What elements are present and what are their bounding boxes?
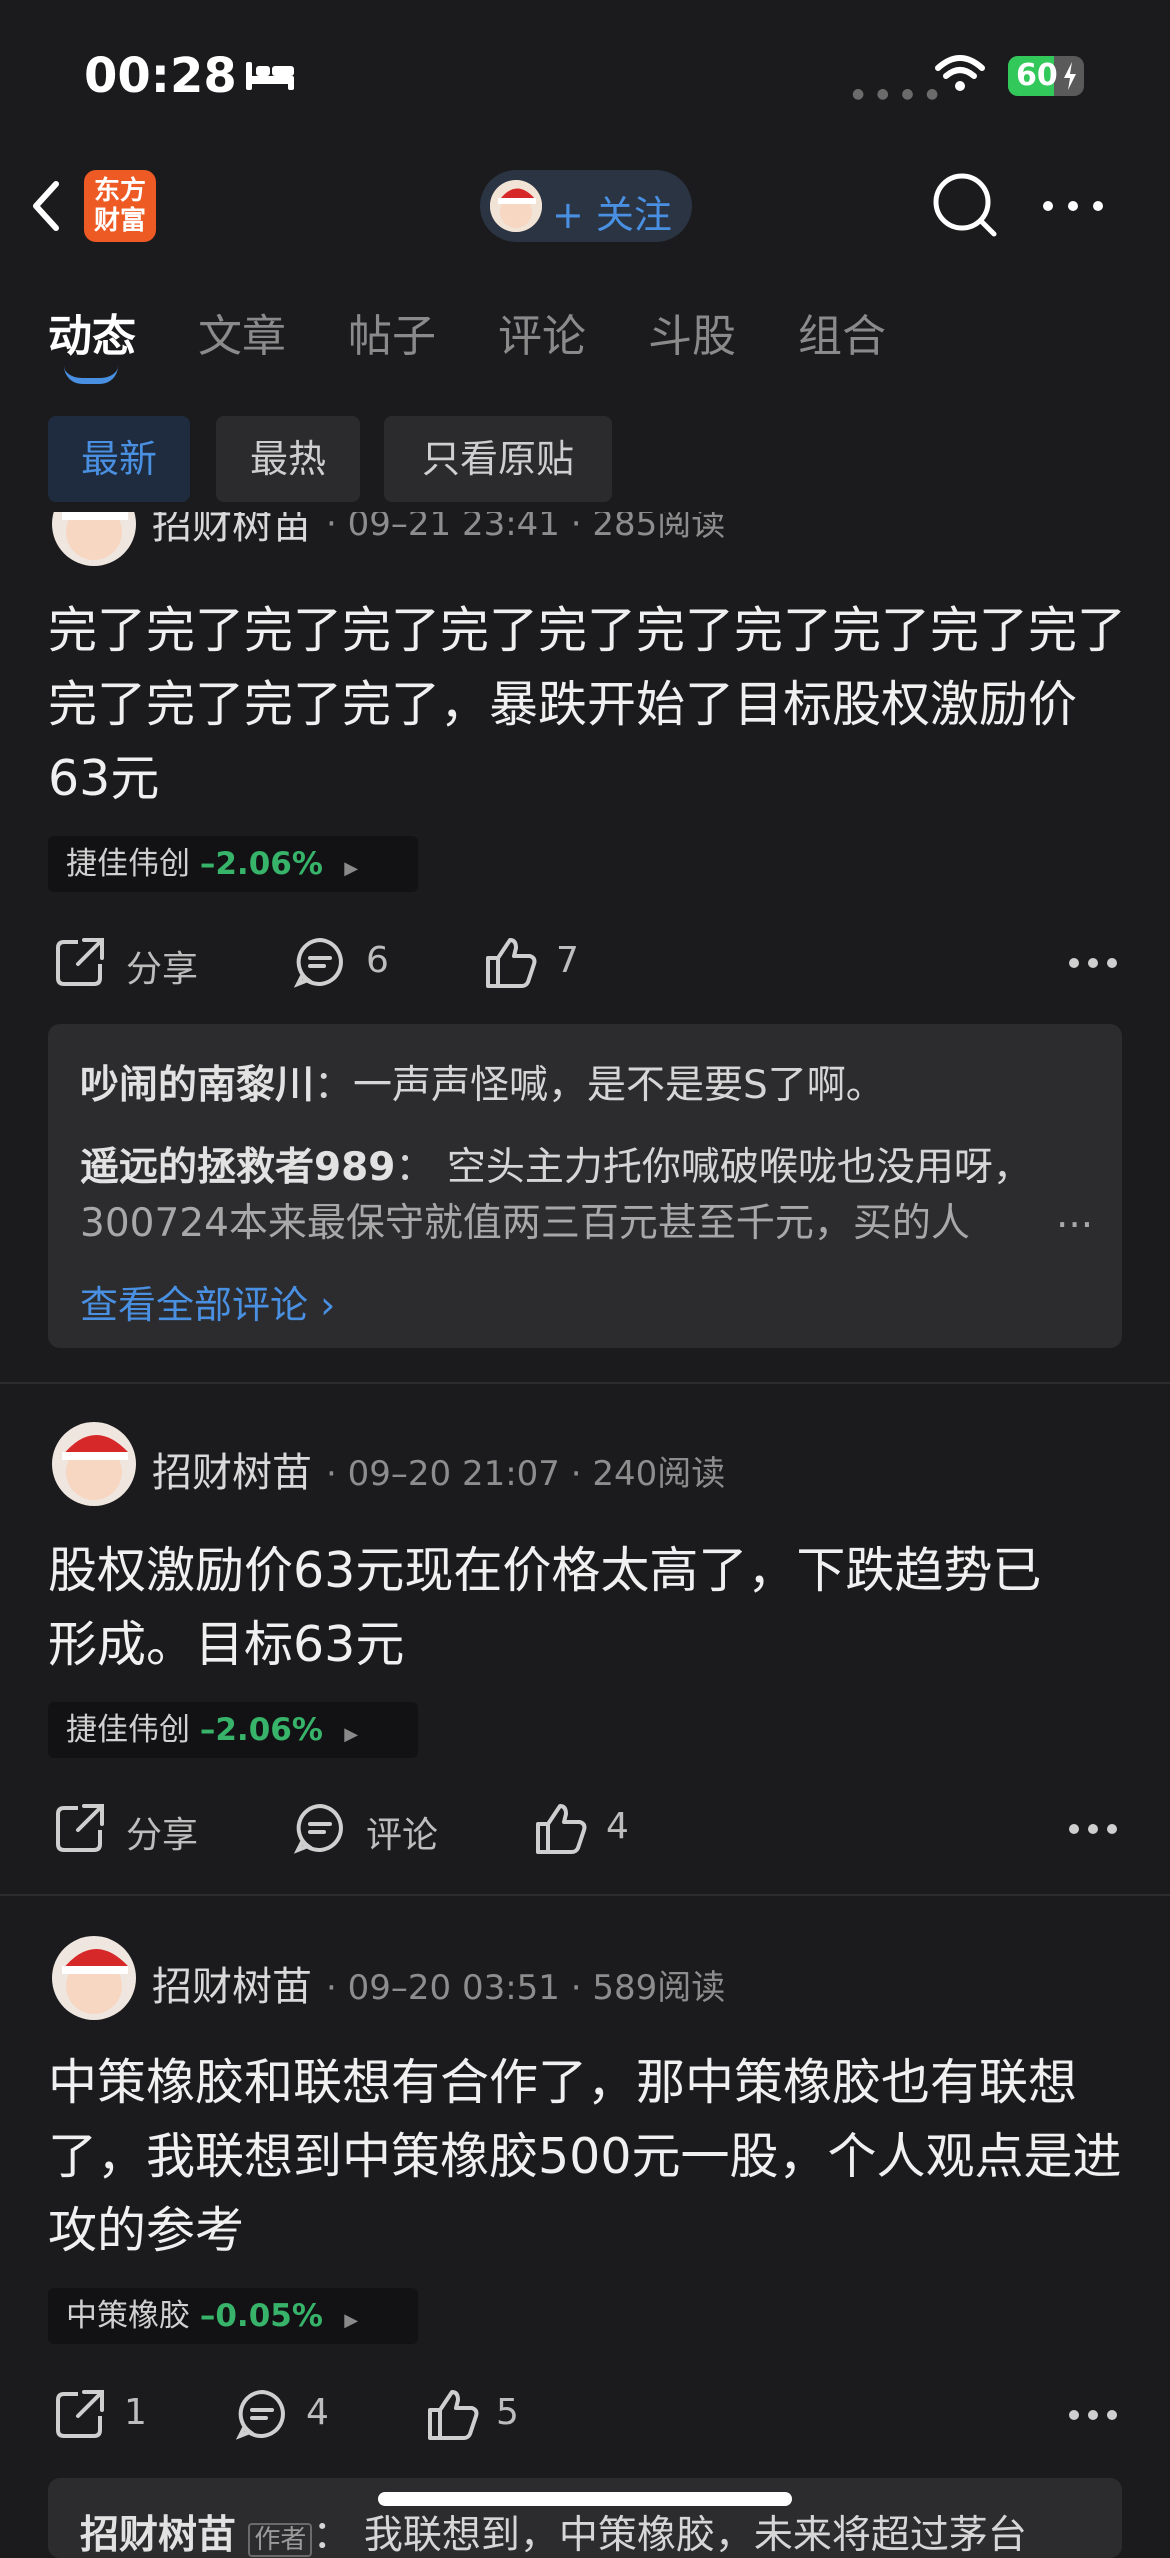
tab-posts[interactable]: 帖子 (348, 300, 436, 364)
play-arrow-icon: ▶ (332, 858, 359, 879)
stock-change: –2.06% (199, 846, 323, 882)
post-content[interactable]: 股权激励价63元现在价格太高了，下跌趋势已形成。目标63元 (48, 1534, 1088, 1682)
baby-santa-avatar-icon (490, 180, 542, 232)
author-name[interactable]: 招财树苗 (152, 512, 312, 550)
comment-line[interactable]: 遥远的拯救者989： 空头主力托你喊破喉咙也没用呀， (80, 1136, 1032, 1192)
follow-label: + 关注 (552, 193, 672, 237)
active-tab-indicator (64, 366, 118, 384)
stock-tag[interactable]: 捷佳伟创 –2.06% ▶ (48, 1702, 418, 1758)
view-all-comments-link[interactable]: 查看全部评论 › (80, 1274, 335, 1329)
author-avatar[interactable] (52, 512, 136, 566)
cellular-signal-icon: ● ● ● ● (852, 86, 943, 102)
filter-original-only[interactable]: 只看原贴 (384, 416, 612, 502)
post-more-icon[interactable] (1068, 2408, 1118, 2422)
comment-text: ：一声声怪喊，是不是要S了啊。 (314, 1063, 885, 1108)
wifi-icon (935, 55, 985, 91)
share-label[interactable]: 分享 (126, 940, 198, 992)
sleep-focus-icon (246, 62, 294, 90)
app-logo[interactable]: 东方 财富 (84, 170, 156, 242)
baby-santa-avatar-icon (62, 1948, 128, 2014)
battery-indicator: 60 (1008, 56, 1084, 96)
charging-bolt-icon (1064, 62, 1076, 90)
post-meta: · 09–21 23:41 · 285阅读 (326, 512, 726, 544)
stock-tag[interactable]: 捷佳伟创 –2.06% ▶ (48, 836, 418, 892)
comment-line[interactable]: 招财树苗 作者： 我联想到，中策橡胶，未来将超过茅台 (80, 2504, 1027, 2558)
back-chevron-icon[interactable] (26, 176, 66, 236)
post-divider (0, 1382, 1170, 1384)
like-icon[interactable] (482, 934, 538, 990)
stock-name: 捷佳伟创 (66, 846, 190, 882)
comment-count[interactable]: 4 (306, 2392, 329, 2433)
like-icon[interactable] (532, 1800, 588, 1856)
logo-line-1: 东方 (93, 176, 146, 206)
play-arrow-icon: ▶ (332, 1724, 359, 1745)
tab-dynamics[interactable]: 动态 (48, 300, 136, 364)
author-avatar[interactable] (52, 1936, 136, 2020)
tab-comments[interactable]: 评论 (498, 300, 586, 364)
comment-icon[interactable] (292, 934, 348, 990)
comment-ellipsis: ... (1056, 1192, 1094, 1237)
play-arrow-icon: ▶ (332, 2310, 359, 2331)
comment-count[interactable]: 6 (366, 940, 389, 981)
share-label[interactable]: 分享 (126, 1806, 198, 1858)
search-icon[interactable] (930, 170, 1000, 240)
share-count[interactable]: 1 (124, 2392, 147, 2433)
share-icon[interactable] (52, 1800, 108, 1856)
comment-icon[interactable] (234, 2386, 290, 2442)
stock-name: 中策橡胶 (66, 2298, 190, 2334)
post-content[interactable]: 完了完了完了完了完了完了完了完了完了完了完了完了完了完了完了，暴跌开始了目标股权… (48, 594, 1128, 816)
post-meta: · 09–20 21:07 · 240阅读 (326, 1454, 726, 1494)
user-avatar[interactable] (490, 180, 542, 232)
filter-hottest[interactable]: 最热 (216, 416, 360, 502)
post-divider (0, 1894, 1170, 1896)
home-indicator[interactable] (378, 2492, 792, 2506)
like-icon[interactable] (424, 2386, 480, 2442)
stock-change: –2.06% (199, 1712, 323, 1748)
comment-text: ： 我联想到，中策橡胶，未来将超过茅台 (312, 2513, 1027, 2558)
filter-latest[interactable]: 最新 (48, 416, 190, 502)
stock-tag[interactable]: 中策橡胶 –0.05% ▶ (48, 2288, 418, 2344)
author-name[interactable]: 招财树苗 (152, 1440, 312, 1498)
post-meta: · 09–20 03:51 · 589阅读 (326, 1968, 726, 2008)
comment-text-continued: 300724本来最保守就值两三百元甚至千元，买的人 (80, 1201, 970, 1246)
comment-icon[interactable] (292, 1800, 348, 1856)
more-options-icon[interactable] (1040, 196, 1106, 216)
tab-portfolio[interactable]: 组合 (798, 300, 886, 364)
commenter-name[interactable]: 遥远的拯救者989 (80, 1145, 395, 1190)
author-avatar[interactable] (52, 1422, 136, 1506)
post-more-icon[interactable] (1068, 1822, 1118, 1836)
author-badge: 作者 (248, 2523, 313, 2557)
comment-text: ： 空头主力托你喊破喉咙也没用呀， (395, 1145, 1032, 1190)
post-more-icon[interactable] (1068, 956, 1118, 970)
post-content[interactable]: 中策橡胶和联想有合作了，那中策橡胶也有联想了，我联想到中策橡胶500元一股，个人… (48, 2046, 1128, 2268)
baby-santa-avatar-icon (62, 512, 128, 560)
tab-articles[interactable]: 文章 (198, 300, 286, 364)
baby-santa-avatar-icon (62, 1434, 128, 1500)
comment-line[interactable]: 吵闹的南黎川：一声声怪喊，是不是要S了啊。 (80, 1054, 885, 1110)
status-time: 00:28 (84, 48, 237, 104)
like-count[interactable]: 7 (556, 940, 579, 981)
share-icon[interactable] (52, 2386, 108, 2442)
like-count[interactable]: 5 (496, 2392, 519, 2433)
commenter-name[interactable]: 吵闹的南黎川 (80, 1063, 314, 1108)
like-count[interactable]: 4 (606, 1806, 629, 1847)
battery-percent: 60 (1016, 58, 1058, 93)
tab-stock-battle[interactable]: 斗股 (648, 300, 736, 364)
stock-change: –0.05% (199, 2298, 323, 2334)
stock-name: 捷佳伟创 (66, 1712, 190, 1748)
comment-preview-box[interactable]: 吵闹的南黎川：一声声怪喊，是不是要S了啊。 遥远的拯救者989： 空头主力托你喊… (48, 1024, 1122, 1348)
comment-preview-box[interactable]: 招财树苗 作者： 我联想到，中策橡胶，未来将超过茅台 (48, 2478, 1122, 2558)
logo-line-2: 财富 (93, 206, 146, 236)
share-icon[interactable] (52, 934, 108, 990)
author-name[interactable]: 招财树苗 (152, 1954, 312, 2012)
post-1-header: 招财树苗 · 09–21 23:41 · 285阅读 (0, 512, 1170, 572)
commenter-name[interactable]: 招财树苗 (80, 2513, 236, 2558)
comment-label[interactable]: 评论 (366, 1806, 438, 1858)
